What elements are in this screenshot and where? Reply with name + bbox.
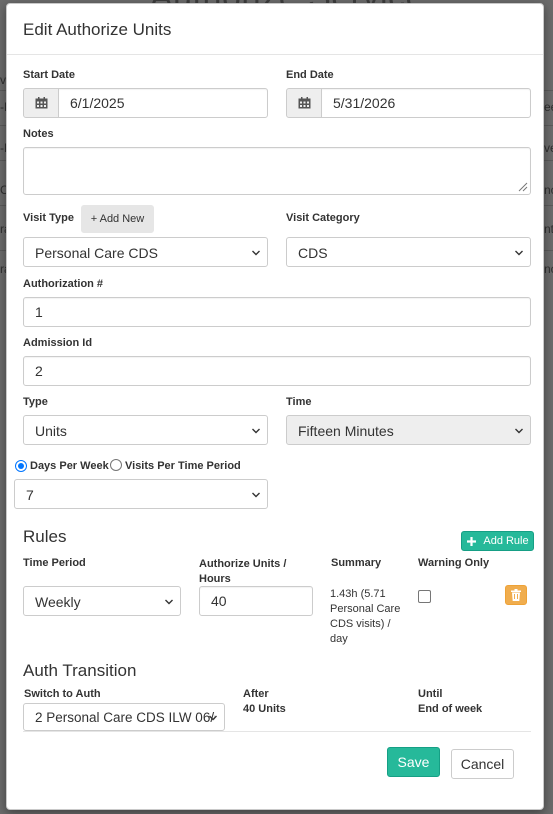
chevron-down-icon <box>515 250 523 256</box>
delete-rule-button[interactable] <box>505 585 527 605</box>
visit-category-select[interactable]: CDS <box>286 237 531 267</box>
warning-only-checkbox[interactable] <box>418 590 431 603</box>
admission-id-input[interactable]: 2 <box>23 356 531 386</box>
chevron-down-icon <box>165 599 173 605</box>
summary-header: Summary <box>331 557 382 569</box>
admission-id-label: Admission Id <box>23 337 93 349</box>
visit-category-value: CDS <box>298 245 328 261</box>
background-cell: nc <box>544 183 553 197</box>
chevron-down-icon <box>209 715 217 721</box>
chevron-down-icon <box>252 428 260 434</box>
notes-textarea[interactable] <box>23 147 531 195</box>
time-label: Time <box>286 396 312 408</box>
visit-category-label: Visit Category <box>286 212 360 224</box>
start-date-label: Start Date <box>23 69 75 81</box>
type-value: Units <box>35 423 67 439</box>
authorization-number-input[interactable]: 1 <box>23 297 531 327</box>
end-date-input[interactable]: 5/31/2026 <box>321 88 531 118</box>
rule-summary-text: 1.43h (5.71 Personal Care CDS visits) / … <box>330 588 401 645</box>
visit-type-value: Personal Care CDS <box>35 245 158 261</box>
trash-icon <box>511 589 521 601</box>
time-select[interactable]: Fifteen Minutes <box>286 415 531 445</box>
end-date-label: End Date <box>286 69 334 81</box>
days-per-week-radio[interactable] <box>15 460 27 472</box>
switch-to-auth-label: Switch to Auth <box>24 688 101 700</box>
rule-units-input[interactable]: 40 <box>199 586 313 616</box>
days-per-week-select[interactable]: 7 <box>14 479 268 509</box>
authorize-units-header: Authorize Units / Hours <box>199 558 287 585</box>
start-date-input[interactable]: 6/1/2025 <box>58 88 268 118</box>
time-period-header: Time Period <box>23 557 86 569</box>
add-new-visit-type-button[interactable]: + Add New <box>81 205 154 233</box>
edit-authorize-units-modal: Edit Authorize Units Start Date 6/1/2025… <box>6 3 544 810</box>
chevron-down-icon <box>515 428 523 434</box>
notes-label: Notes <box>23 128 54 140</box>
type-label: Type <box>23 396 48 408</box>
days-per-week-value: 7 <box>26 487 34 503</box>
switch-to-auth-value: 2 Personal Care CDS ILW 06/0 <box>35 710 215 725</box>
after-value: 40 Units <box>243 703 286 715</box>
modal-title: Edit Authorize Units <box>7 4 543 55</box>
rule-time-period-select[interactable]: Weekly <box>23 586 181 616</box>
resize-handle-icon[interactable] <box>516 180 528 192</box>
auth-transition-title: Auth Transition <box>23 661 137 680</box>
until-label: Until <box>418 688 443 700</box>
authorization-number-label: Authorization # <box>23 278 104 290</box>
switch-to-auth-select[interactable]: 2 Personal Care CDS ILW 06/0 <box>23 703 225 731</box>
footer-divider <box>23 731 531 732</box>
visit-type-select[interactable]: Personal Care CDS <box>23 237 268 267</box>
chevron-down-icon <box>252 492 260 498</box>
chevron-down-icon <box>252 250 260 256</box>
rule-time-period-value: Weekly <box>35 594 81 610</box>
days-per-week-radio-label[interactable]: Days Per Week <box>30 460 109 472</box>
time-value: Fifteen Minutes <box>298 423 394 439</box>
background-cell: ee <box>544 100 553 114</box>
after-label: After <box>243 688 269 700</box>
background-cell: nt <box>544 222 553 236</box>
plus-icon <box>467 536 477 546</box>
visit-type-label: Visit Type <box>23 212 74 224</box>
add-rule-button[interactable]: Add Rule <box>461 531 534 551</box>
add-rule-label: Add Rule <box>483 535 529 547</box>
rules-section-title: Rules <box>23 527 67 546</box>
calendar-icon[interactable] <box>23 88 59 118</box>
save-button[interactable]: Save <box>387 747 440 777</box>
calendar-icon[interactable] <box>286 88 322 118</box>
cancel-button[interactable]: Cancel <box>451 749 514 779</box>
until-value: End of week <box>418 703 483 715</box>
visits-per-time-period-radio[interactable] <box>110 459 122 471</box>
type-select[interactable]: Units <box>23 415 268 445</box>
warning-only-header: Warning Only <box>418 557 490 569</box>
background-cell: nc <box>544 262 553 276</box>
visits-per-time-period-radio-label[interactable]: Visits Per Time Period <box>125 460 241 472</box>
background-cell: ve <box>544 141 553 155</box>
